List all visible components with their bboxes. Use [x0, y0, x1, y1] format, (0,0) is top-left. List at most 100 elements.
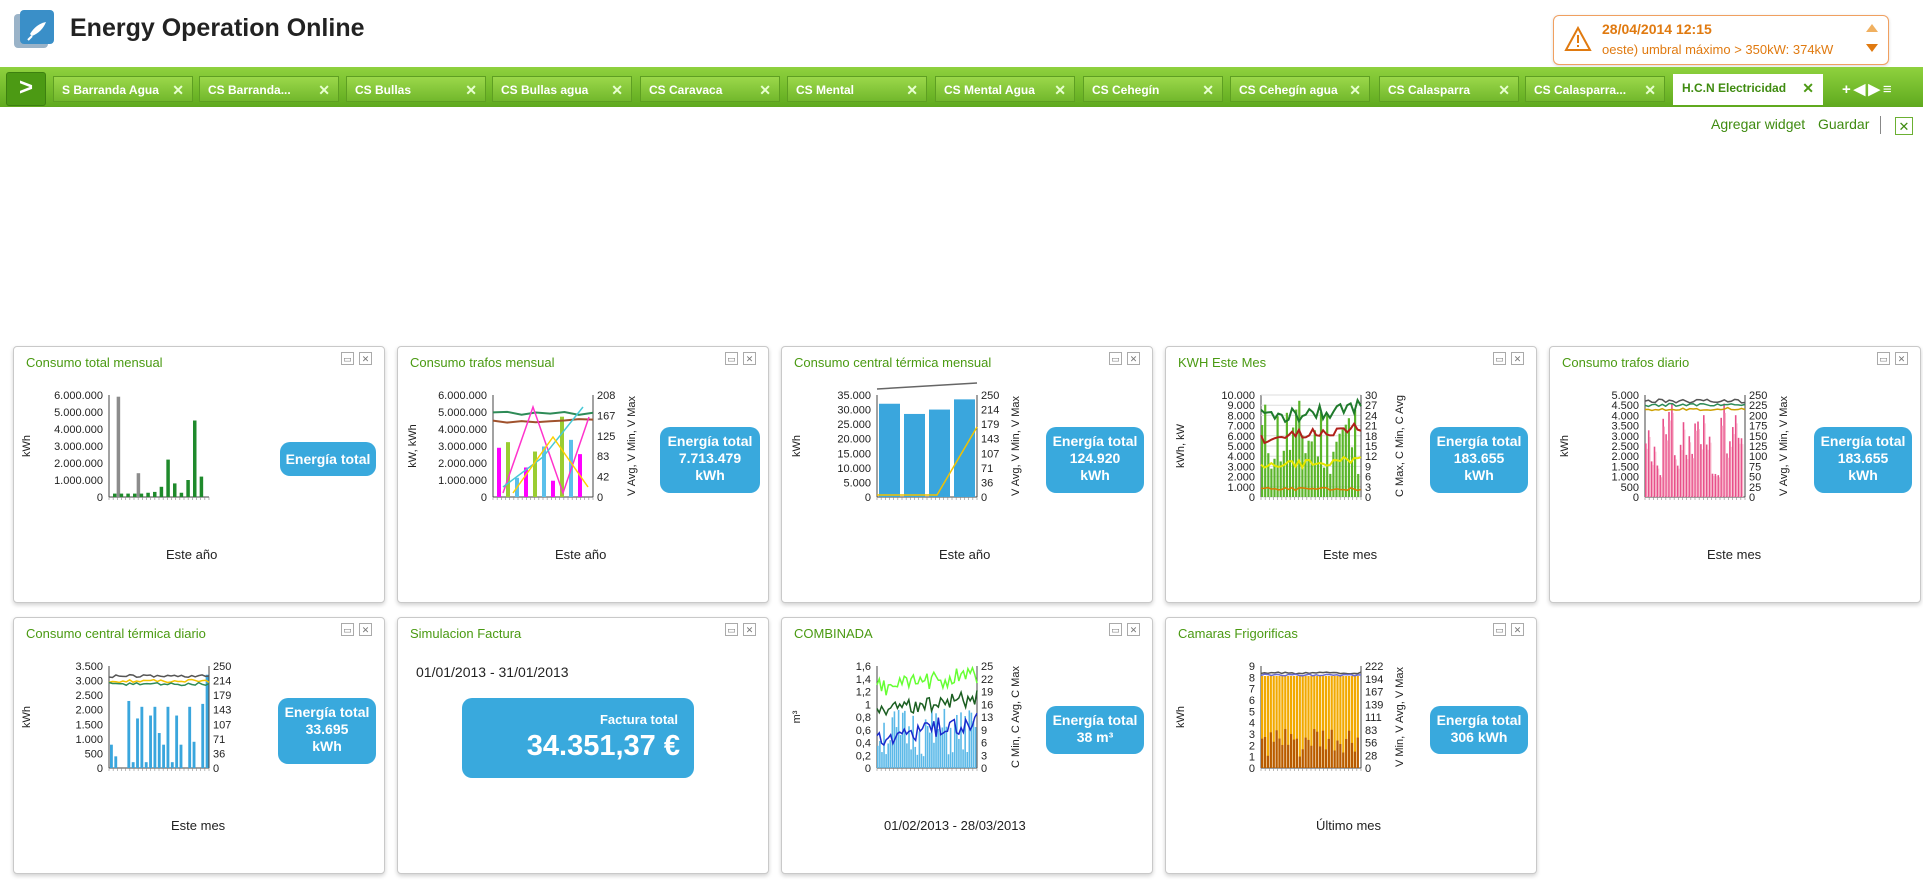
alert-next-icon[interactable] [1866, 44, 1878, 52]
bar [1319, 746, 1322, 768]
tab-label: CS Bullas agua [501, 83, 589, 97]
y2-tick-label: 19 [981, 687, 993, 699]
tab-item[interactable]: H.C.N Electricidad ✕ [1673, 74, 1823, 105]
bar [904, 710, 906, 768]
series-line [876, 689, 978, 717]
alert-prev-icon[interactable] [1866, 24, 1878, 32]
bar [1338, 433, 1341, 497]
bar [1324, 749, 1327, 768]
bar [1711, 473, 1714, 497]
bar [1292, 739, 1296, 768]
bar [1348, 730, 1351, 768]
bar [949, 727, 952, 768]
tab-item[interactable]: CS Mental Agua ✕ [935, 76, 1075, 102]
expand-menu-button[interactable]: > [6, 72, 46, 106]
bar [114, 756, 118, 768]
bar [140, 706, 144, 768]
bar [127, 700, 131, 768]
y2-tick-label: 0 [981, 492, 987, 504]
app-title: Energy Operation Online [70, 14, 365, 42]
bar [1356, 737, 1359, 768]
bar [968, 710, 971, 768]
bar [947, 754, 950, 768]
bar [1301, 749, 1304, 768]
bar [914, 746, 917, 768]
bubble-line-3: kWh [1848, 467, 1878, 483]
close-tab-icon[interactable]: ✕ [1498, 77, 1510, 101]
add-widget-link[interactable]: Agregar widget [1711, 116, 1805, 132]
close-tab-icon[interactable]: ✕ [759, 77, 771, 101]
tab-item[interactable]: CS Bullas agua ✕ [492, 76, 632, 102]
alert-message: oeste) umbral máximo > 350kW: 374kW [1602, 42, 1834, 57]
bar [1730, 446, 1732, 497]
close-toolbar-button[interactable]: ✕ [1895, 117, 1913, 135]
series-line [1644, 398, 1746, 404]
close-tab-icon[interactable]: ✕ [1802, 75, 1814, 101]
tab-item[interactable]: CS Cehegín ✕ [1083, 76, 1223, 102]
save-link[interactable]: Guardar [1818, 116, 1869, 132]
scroll-left-icon[interactable]: ◀ [1854, 81, 1869, 98]
close-tab-icon[interactable]: ✕ [172, 77, 184, 101]
close-tab-icon[interactable]: ✕ [1202, 77, 1214, 101]
tab-item[interactable]: CS Bullas ✕ [346, 76, 486, 102]
tab-item[interactable]: CS Cehegín agua ✕ [1230, 76, 1370, 102]
close-tab-icon[interactable]: ✕ [465, 77, 477, 101]
tab-item[interactable]: CS Caravaca ✕ [640, 76, 780, 102]
y-axis-label: m³ [791, 710, 803, 723]
bar [1676, 465, 1679, 497]
bar [885, 754, 887, 768]
y-axis-label: kWh [21, 435, 33, 457]
tab-item[interactable]: CS Mental ✕ [787, 76, 927, 102]
add-tab-icon[interactable]: + [1842, 81, 1854, 98]
bar [1330, 729, 1333, 768]
app-logo-icon [14, 10, 54, 48]
bar [920, 753, 923, 768]
y-tick-label: 3.000 [75, 676, 103, 688]
y2-tick-label: 214 [213, 676, 231, 688]
bar [906, 743, 908, 768]
bar [1688, 436, 1691, 497]
y-axis-label: kWh [1175, 706, 1187, 728]
close-tab-icon[interactable]: ✕ [1349, 77, 1361, 101]
y2-tick-label: 222 [1365, 661, 1383, 673]
tab-list-icon[interactable]: ≡ [1883, 81, 1895, 98]
chart-period: Este año [555, 547, 607, 562]
bar [937, 728, 939, 768]
y2-tick-label: 179 [213, 690, 231, 702]
y2-tick-label: 125 [597, 431, 615, 443]
tab-item[interactable]: CS Calasparra ✕ [1379, 76, 1519, 102]
y2-tick-label: 36 [213, 748, 225, 760]
y2-tick-label: 83 [597, 451, 609, 463]
tab-label: CS Mental Agua [944, 83, 1035, 97]
close-tab-icon[interactable]: ✕ [906, 77, 918, 101]
bar [889, 740, 892, 768]
bar [188, 706, 192, 768]
close-tab-icon[interactable]: ✕ [318, 77, 330, 101]
bar [1267, 453, 1270, 497]
tab-item[interactable]: CS Calasparra... ✕ [1525, 76, 1665, 102]
close-tab-icon[interactable]: ✕ [611, 77, 623, 101]
minimize-icon[interactable]: ▭ [725, 623, 738, 636]
close-tab-icon[interactable]: ✕ [1054, 77, 1066, 101]
close-icon[interactable]: ✕ [743, 623, 756, 636]
tab-item[interactable]: S Barranda Agua ✕ [53, 76, 193, 102]
bar [1295, 409, 1298, 497]
bar [881, 752, 883, 768]
close-tab-icon[interactable]: ✕ [1644, 77, 1656, 101]
alert-notification[interactable]: 28/04/2014 12:15 oeste) umbral máximo > … [1553, 15, 1889, 65]
tab-item[interactable]: CS Barranda... ✕ [199, 76, 339, 102]
y-tick-label: 1 [1249, 752, 1255, 764]
bar [918, 731, 921, 768]
bar [1658, 468, 1660, 497]
bar [899, 734, 902, 768]
y-tick-label: 0,8 [856, 712, 871, 724]
y-tick-label: 0 [481, 492, 487, 504]
bar [136, 718, 139, 768]
alert-date: 28/04/2014 12:15 [1602, 21, 1712, 37]
y2-tick-label: 0 [981, 763, 987, 775]
bar [1668, 411, 1670, 497]
bar [1645, 443, 1647, 497]
tab-tools[interactable]: +◀▶≡ [1842, 80, 1895, 98]
scroll-right-icon[interactable]: ▶ [1868, 81, 1883, 98]
y-tick-label: 0 [97, 763, 103, 775]
